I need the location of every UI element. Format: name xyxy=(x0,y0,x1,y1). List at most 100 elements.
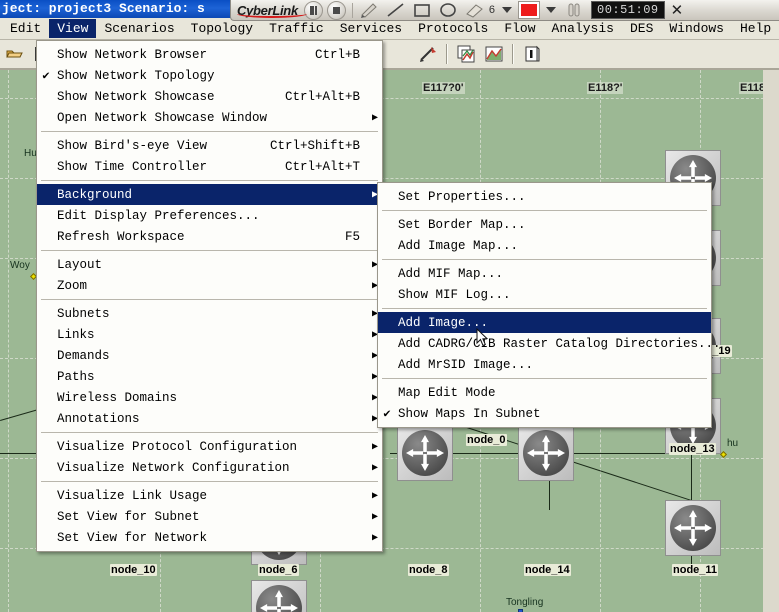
pen-size-value[interactable]: 6 xyxy=(487,4,497,16)
recording-timer: 00:51:09 xyxy=(591,1,665,19)
submenu-arrow-icon: ▶ xyxy=(371,532,378,544)
checkmark-icon: ✔ xyxy=(383,407,391,421)
chevron-down-icon[interactable] xyxy=(502,7,512,13)
workspace-vertical-scrollbar[interactable] xyxy=(763,70,779,612)
color-swatch[interactable] xyxy=(518,1,540,19)
view-menu-separator xyxy=(41,250,378,251)
city-label: Hu xyxy=(24,148,37,159)
background-submenu-item-label: Add Image Map... xyxy=(398,238,519,253)
background-submenu-separator xyxy=(382,259,707,260)
submenu-arrow-icon: ▶ xyxy=(371,511,378,523)
view-menu-item-show-network-browser[interactable]: Show Network Browser Ctrl+B xyxy=(37,44,382,65)
background-submenu-item-label: Show MIF Log... xyxy=(398,287,511,302)
line-icon[interactable] xyxy=(383,1,409,20)
background-submenu-item-label: Set Border Map... xyxy=(398,217,526,232)
submenu-arrow-icon: ▶ xyxy=(371,112,378,124)
menubar-item-topology[interactable]: Topology xyxy=(183,19,261,38)
background-submenu-item-map-edit-mode[interactable]: Map Edit Mode xyxy=(378,382,711,403)
close-icon[interactable]: ✕ xyxy=(665,1,690,19)
view-menu-item-visualize-protocol-configuration[interactable]: Visualize Protocol Configuration ▶ xyxy=(37,436,382,457)
network-link xyxy=(0,453,40,454)
background-submenu-item-label: Set Properties... xyxy=(398,189,526,204)
stop-icon[interactable] xyxy=(326,0,346,20)
marker-icon[interactable] xyxy=(561,1,587,20)
rectangle-icon[interactable] xyxy=(409,1,435,20)
view-menu-item-wireless-domains[interactable]: Wireless Domains ▶ xyxy=(37,387,382,408)
view-menu-item-show-network-topology[interactable]: ✔ Show Network Topology xyxy=(37,65,382,86)
network-node[interactable] xyxy=(251,580,307,612)
view-menu-item-edit-display-preferences[interactable]: Edit Display Preferences... xyxy=(37,205,382,226)
menubar-item-windows[interactable]: Windows xyxy=(661,19,732,38)
view-menu-item-subnets[interactable]: Subnets ▶ xyxy=(37,303,382,324)
view-menu-item-label: Show Network Showcase xyxy=(57,89,215,104)
menubar-item-des[interactable]: DES xyxy=(622,19,661,38)
background-submenu-item-label: Show Maps In Subnet xyxy=(398,406,541,421)
pause-icon[interactable] xyxy=(303,0,323,20)
view-menu-item-demands[interactable]: Demands ▶ xyxy=(37,345,382,366)
view-menu-item-show-network-showcase[interactable]: Show Network Showcase Ctrl+Alt+B xyxy=(37,86,382,107)
view-menu-item-label: Open Network Showcase Window xyxy=(57,110,268,125)
view-menu-item-visualize-network-configuration[interactable]: Visualize Network Configuration ▶ xyxy=(37,457,382,478)
checkmark-icon: ✔ xyxy=(42,69,50,83)
view-menu-item-links[interactable]: Links ▶ xyxy=(37,324,382,345)
menubar-item-edit[interactable]: Edit xyxy=(2,19,49,38)
zoom-icon[interactable] xyxy=(415,42,441,66)
view-menu-item-open-network-showcase-window[interactable]: Open Network Showcase Window ▶ xyxy=(37,107,382,128)
view-menu-item-label: Visualize Link Usage xyxy=(57,488,208,503)
submenu-arrow-icon: ▶ xyxy=(371,441,378,453)
mouse-cursor-icon xyxy=(476,328,488,347)
menubar-item-traffic[interactable]: Traffic xyxy=(261,19,332,38)
background-submenu-item-set-properties[interactable]: Set Properties... xyxy=(378,186,711,207)
eraser-icon[interactable] xyxy=(461,1,487,20)
menubar-item-help[interactable]: Help xyxy=(732,19,779,38)
open-project-icon[interactable] xyxy=(1,42,27,66)
view-menu-separator xyxy=(41,131,378,132)
view-menu-item-show-bird-s-eye-view[interactable]: Show Bird's-eye View Ctrl+Shift+B xyxy=(37,135,382,156)
node-label: node_0 xyxy=(466,434,507,446)
view-menu-item-layout[interactable]: Layout ▶ xyxy=(37,254,382,275)
router-icon xyxy=(523,430,569,476)
submenu-arrow-icon: ▶ xyxy=(371,462,378,474)
menubar-item-services[interactable]: Services xyxy=(332,19,410,38)
node-label: node_13 xyxy=(669,443,716,455)
network-node[interactable] xyxy=(518,425,574,481)
node-label: node_6 xyxy=(258,564,299,576)
background-submenu-item-show-mif-log[interactable]: Show MIF Log... xyxy=(378,284,711,305)
background-submenu-item-add-mif-map[interactable]: Add MIF Map... xyxy=(378,263,711,284)
menubar-item-view[interactable]: View xyxy=(49,19,97,38)
view-menu-item-set-view-for-network[interactable]: Set View for Network ▶ xyxy=(37,527,382,548)
duplicate-graph-icon[interactable] xyxy=(453,42,479,66)
toolbar-separator xyxy=(512,44,514,64)
view-menu-item-label: Show Network Topology xyxy=(57,68,215,83)
background-submenu-item-add-cadrg-cib-raster-catalog-directories[interactable]: Add CADRG/CIB Raster Catalog Directories… xyxy=(378,333,721,354)
menubar-item-analysis[interactable]: Analysis xyxy=(544,19,622,38)
ellipse-icon[interactable] xyxy=(435,1,461,20)
background-submenu-item-add-mrsid-image[interactable]: Add MrSID Image... xyxy=(378,354,711,375)
view-menu-item-background[interactable]: Background ▶ xyxy=(37,184,382,205)
background-submenu-item-add-image[interactable]: Add Image... xyxy=(378,312,711,333)
pencil-icon[interactable] xyxy=(357,1,383,20)
network-node[interactable] xyxy=(665,500,721,556)
chevron-down-icon[interactable] xyxy=(546,7,556,13)
view-menu-item-refresh-workspace[interactable]: Refresh Workspace F5 xyxy=(37,226,382,247)
view-menu-item-zoom[interactable]: Zoom ▶ xyxy=(37,275,382,296)
view-menu-item-paths[interactable]: Paths ▶ xyxy=(37,366,382,387)
menubar-item-flow[interactable]: Flow xyxy=(496,19,543,38)
view-menu-item-shortcut: Ctrl+Shift+B xyxy=(269,138,360,153)
view-menu-item-show-time-controller[interactable]: Show Time Controller Ctrl+Alt+T xyxy=(37,156,382,177)
background-submenu-item-add-image-map[interactable]: Add Image Map... xyxy=(378,235,711,256)
background-submenu-item-label: Add MrSID Image... xyxy=(398,357,534,372)
network-node[interactable] xyxy=(397,425,453,481)
view-menu-item-label: Demands xyxy=(57,348,110,363)
annotation-icon[interactable] xyxy=(519,42,545,66)
menu-bar: Edit View Scenarios Topology Traffic Ser… xyxy=(0,18,779,40)
menubar-item-scenarios[interactable]: Scenarios xyxy=(96,19,182,38)
view-menu-item-set-view-for-subnet[interactable]: Set View for Subnet ▶ xyxy=(37,506,382,527)
menubar-item-protocols[interactable]: Protocols xyxy=(410,19,496,38)
view-menu-separator xyxy=(41,299,378,300)
background-submenu-item-set-border-map[interactable]: Set Border Map... xyxy=(378,214,711,235)
view-menu-item-annotations[interactable]: Annotations ▶ xyxy=(37,408,382,429)
view-results-icon[interactable] xyxy=(481,42,507,66)
view-menu-item-visualize-link-usage[interactable]: Visualize Link Usage ▶ xyxy=(37,485,382,506)
background-submenu-item-show-maps-in-subnet[interactable]: ✔ Show Maps In Subnet xyxy=(378,403,711,424)
